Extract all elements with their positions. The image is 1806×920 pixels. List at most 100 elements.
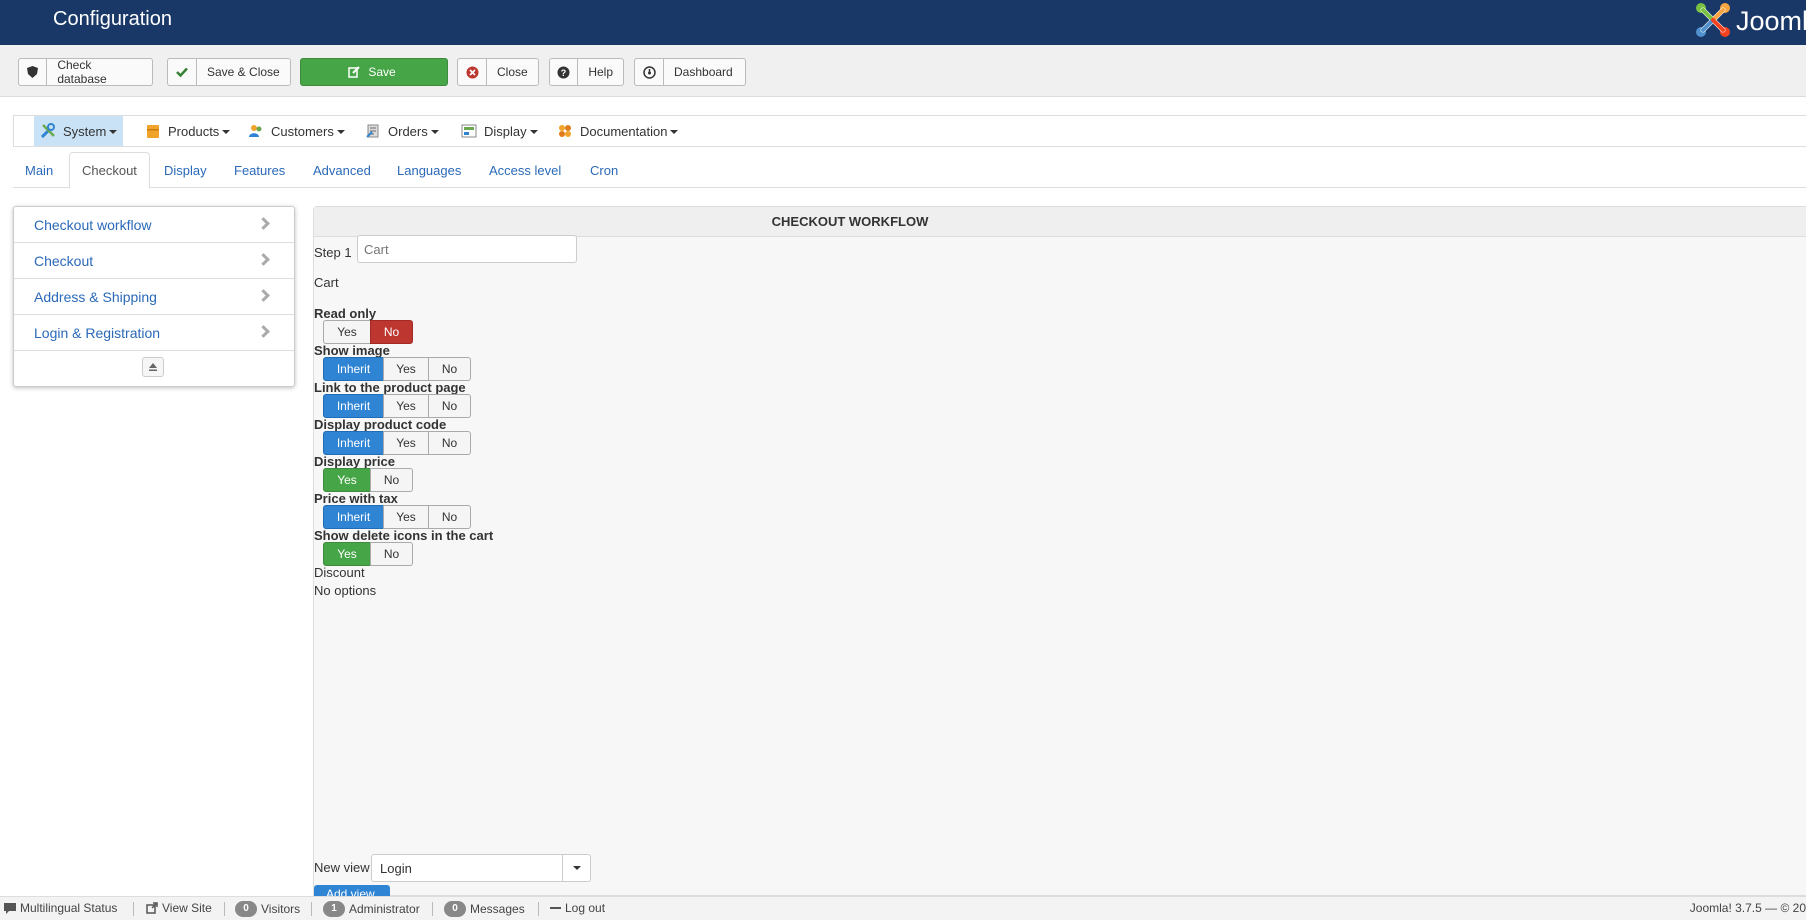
dashboard-button[interactable]: Dashboard [634, 58, 746, 86]
show-delete-icons-label: Show delete icons in the cart [314, 528, 494, 543]
tab-checkout[interactable]: Checkout [69, 152, 150, 189]
tab-display[interactable]: Display [152, 152, 219, 188]
menu-display-label: Display [484, 123, 527, 139]
tools-icon [40, 123, 56, 139]
display-price-yes-option[interactable]: Yes [323, 468, 371, 492]
price-with-tax-yes-option[interactable]: Yes [383, 505, 429, 529]
save-close-label: Save & Close [207, 65, 280, 79]
check-database-button[interactable]: Check database [18, 58, 153, 86]
display-price-toggle: Yes No [323, 468, 413, 492]
joomla-logo-text: Joomla! [1736, 6, 1806, 36]
chevron-right-icon [257, 217, 270, 230]
tab-cron[interactable]: Cron [578, 152, 630, 188]
save-button[interactable]: Save [300, 58, 448, 86]
display-product-code-no-option[interactable]: No [428, 431, 471, 455]
price-with-tax-label: Price with tax [314, 491, 398, 506]
customers-icon [248, 123, 264, 139]
show-delete-icons-no-option[interactable]: No [370, 542, 413, 566]
chevron-right-icon [257, 325, 270, 338]
comment-icon [4, 902, 16, 914]
administrator-link[interactable]: 1 Administrator [323, 901, 420, 917]
chevron-down-icon [336, 130, 345, 134]
tab-features[interactable]: Features [222, 152, 297, 188]
link-product-page-yes-option[interactable]: Yes [383, 394, 429, 418]
version-info: Joomla! 3.7.5 — © 20 [1690, 901, 1806, 915]
link-product-page-toggle: Inherit Yes No [323, 394, 471, 418]
link-product-page-no-option[interactable]: No [428, 394, 471, 418]
logout-link[interactable]: Log out [550, 901, 605, 915]
chevron-down-icon [562, 855, 590, 881]
sidebar-item-label: Checkout workflow [34, 216, 152, 233]
divider [224, 902, 225, 916]
show-image-yes-option[interactable]: Yes [383, 357, 429, 381]
external-link-icon [146, 902, 158, 914]
menu-products[interactable]: Products [139, 116, 236, 146]
administrator-label: Administrator [349, 902, 420, 916]
menu-customers-label: Customers [271, 123, 334, 139]
price-with-tax-inherit-option[interactable]: Inherit [323, 505, 384, 529]
messages-link[interactable]: 0 Messages [444, 901, 525, 917]
visitors-count-badge: 0 [235, 901, 257, 917]
tab-main[interactable]: Main [13, 152, 65, 188]
menu-documentation[interactable]: Documentation [551, 116, 684, 146]
sidebar-item-address-shipping[interactable]: Address & Shipping [14, 279, 294, 315]
checkmark-icon [168, 59, 197, 85]
multilingual-status-label: Multilingual Status [20, 901, 118, 915]
help-button[interactable]: ? Help [549, 58, 624, 86]
save-close-button[interactable]: Save & Close [167, 58, 291, 86]
eject-icon [149, 363, 157, 371]
checkout-workflow-panel: CHECKOUT WORKFLOW Step 1 Cart Read only … [313, 206, 1806, 899]
orders-icon [365, 123, 381, 139]
checkout-sidebar: Checkout workflow Checkout Address & Shi… [13, 206, 295, 387]
save-label: Save [368, 65, 396, 79]
joomla-logo[interactable]: Joomla! [1686, 0, 1806, 45]
collapse-sidebar-button[interactable] [142, 357, 164, 377]
display-icon [461, 123, 477, 139]
sidebar-item-login-registration[interactable]: Login & Registration [14, 315, 294, 351]
multilingual-status-link[interactable]: Multilingual Status [4, 901, 117, 915]
close-button[interactable]: Close [457, 58, 539, 86]
link-product-page-label: Link to the product page [314, 380, 466, 395]
show-image-inherit-option[interactable]: Inherit [323, 357, 384, 381]
tab-languages[interactable]: Languages [385, 152, 473, 188]
documentation-icon [557, 123, 573, 139]
menu-orders[interactable]: Orders [359, 116, 445, 146]
menu-display[interactable]: Display [455, 116, 544, 146]
display-product-code-inherit-option[interactable]: Inherit [323, 431, 384, 455]
visitors-label: Visitors [261, 902, 301, 916]
show-image-toggle: Inherit Yes No [323, 357, 471, 381]
link-product-page-inherit-option[interactable]: Inherit [323, 394, 384, 418]
show-delete-icons-yes-option[interactable]: Yes [323, 542, 371, 566]
display-price-no-option[interactable]: No [370, 468, 413, 492]
show-image-no-option[interactable]: No [428, 357, 471, 381]
help-label: Help [588, 65, 613, 79]
chevron-down-icon [529, 130, 538, 134]
divider [432, 902, 433, 916]
tab-access-level[interactable]: Access level [477, 152, 573, 188]
new-view-select[interactable]: Login [371, 854, 591, 882]
sidebar-item-checkout-workflow[interactable]: Checkout workflow [14, 207, 294, 243]
read-only-toggle: Yes No [323, 320, 413, 344]
edit-icon [348, 66, 361, 78]
display-product-code-yes-option[interactable]: Yes [383, 431, 429, 455]
step-name-input[interactable] [357, 235, 577, 263]
show-delete-icons-toggle: Yes No [323, 542, 413, 566]
view-site-link[interactable]: View Site [146, 901, 212, 915]
chevron-down-icon [430, 130, 439, 134]
sidebar-item-label: Checkout [34, 252, 94, 269]
read-only-no-option[interactable]: No [370, 320, 413, 344]
sidebar-item-checkout[interactable]: Checkout [14, 243, 294, 279]
visitors-link[interactable]: 0 Visitors [235, 901, 300, 917]
sidebar-item-label: Address & Shipping [34, 288, 157, 305]
menu-system[interactable]: System [34, 116, 124, 146]
menu-customers[interactable]: Customers [242, 116, 351, 146]
chevron-down-icon [670, 130, 679, 134]
dashboard-icon [635, 59, 664, 85]
read-only-label: Read only [314, 306, 377, 321]
read-only-yes-option[interactable]: Yes [323, 320, 371, 344]
divider [538, 902, 539, 916]
page-title: Configuration [53, 8, 172, 30]
price-with-tax-no-option[interactable]: No [428, 505, 471, 529]
divider [311, 902, 312, 916]
tab-advanced[interactable]: Advanced [301, 152, 383, 188]
